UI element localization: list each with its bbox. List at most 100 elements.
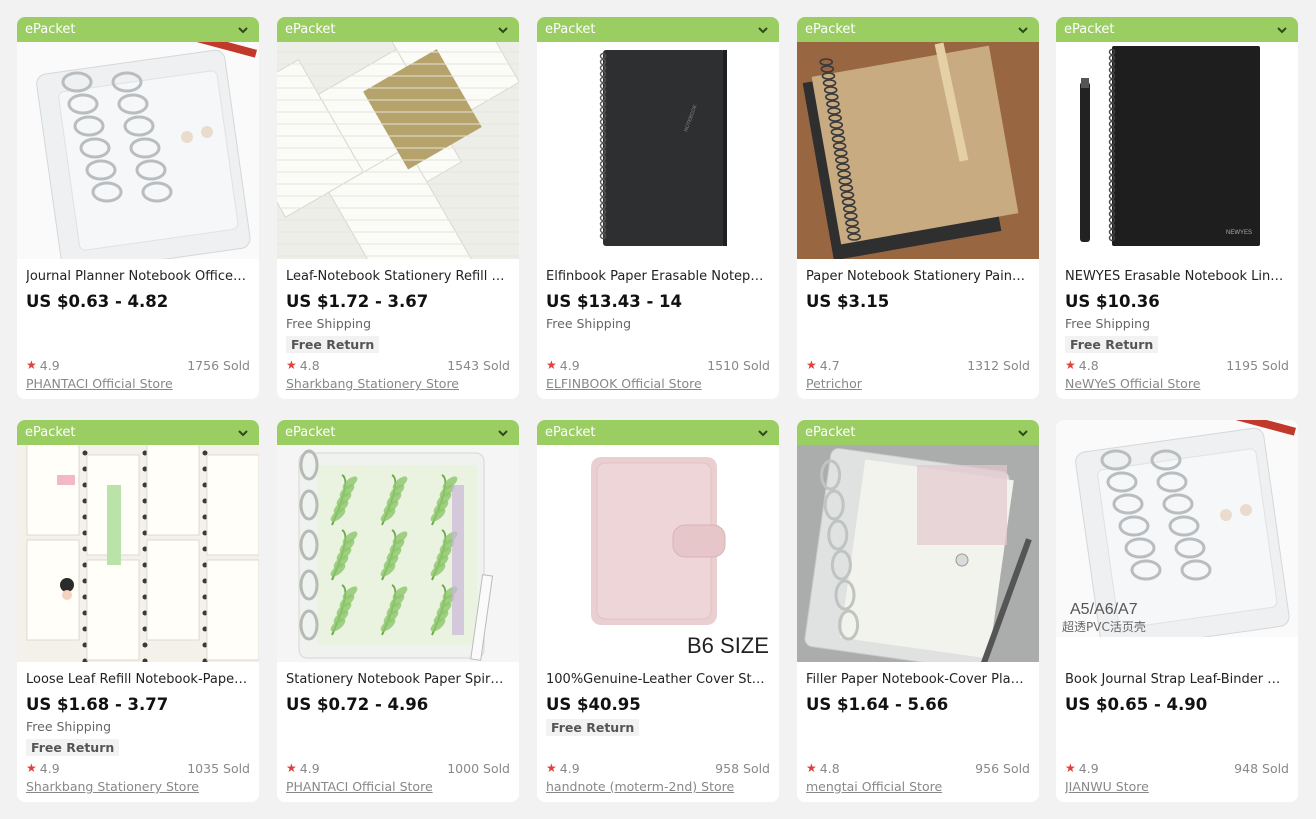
shipping-method-label: ePacket [545,22,596,37]
star-icon: ★ [286,761,297,775]
product-title[interactable]: NEWYES Erasable Notebook Lined ... [1065,269,1289,286]
store-link[interactable]: mengtai Official Store [806,779,1030,794]
sold-count: 956 Sold [975,760,1030,776]
black-spiral-notebook-photo[interactable]: NOTEBOOK [537,42,779,259]
pink-leather-notebook-photo[interactable]: B6 SIZE [537,445,779,662]
leaf-binder-photo[interactable] [277,445,519,662]
product-title[interactable]: Stationery Notebook Paper Spiral-... [286,672,510,689]
chevron-down-icon[interactable] [236,23,250,37]
store-link[interactable]: Sharkbang Stationery Store [286,376,510,391]
shipping-method-bar[interactable]: ePacket [797,420,1039,445]
star-icon: ★ [806,761,817,775]
free-return-badge: Free Return [26,739,120,756]
store-link[interactable]: handnote (moterm-2nd) Store [546,779,770,794]
free-return-badge: Free Return [286,336,380,353]
ring-binder-flowers-photo[interactable] [797,445,1039,662]
rating-value: 4.9 [1078,760,1099,776]
refill-paper-photo[interactable] [277,42,519,259]
svg-text:A5/A6/A7: A5/A6/A7 [1070,601,1138,618]
shipping-method-label: ePacket [805,22,856,37]
product-title[interactable]: Elfinbook Paper Erasable Notepad ... [546,269,770,286]
chevron-down-icon[interactable] [1016,23,1030,37]
rating: ★ 4.9 [1065,761,1099,776]
store-link[interactable]: ELFINBOOK Official Store [546,376,770,391]
product-grid: ePacket Journal Planner Notebook Office-… [0,0,1316,819]
free-shipping-label: Free Shipping [546,316,632,331]
shipping-method-bar[interactable]: ePacket [797,17,1039,42]
product-card-3[interactable]: ePacket NOTEBOOK Elfinbook Paper Erasabl… [537,17,779,399]
product-title[interactable]: 100%Genuine-Leather Cover Stati... [546,672,770,689]
chevron-down-icon[interactable] [1275,23,1289,37]
product-title[interactable]: Book Journal Strap Leaf-Binder A5 ... [1065,672,1289,689]
star-icon: ★ [26,358,37,372]
sold-count: 1312 Sold [967,357,1030,373]
rating-value: 4.9 [559,760,580,776]
product-card-8[interactable]: ePacket B6 SIZE 100%Genuine-Leather Cove… [537,420,779,802]
product-card-5[interactable]: ePacket NEWYES NEWYES Erasable Notebook … [1056,17,1298,399]
black-notebook-pen-photo[interactable]: NEWYES [1056,42,1298,259]
product-card-9[interactable]: ePacket Filler Paper Notebook-Cover Plan… [797,420,1039,802]
product-card-10[interactable]: A5/A6/A7 超透PVC活页壳 Book Journal Strap Leaf… [1056,420,1298,802]
product-title[interactable]: Journal Planner Notebook Office-S... [26,269,250,286]
rating: ★ 4.9 [546,358,580,373]
product-card-7[interactable]: ePacket Stationery Notebook Paper Spiral… [277,420,519,802]
shipping-method-label: ePacket [25,22,76,37]
svg-text:超透PVC活页壳: 超透PVC活页壳 [1062,619,1146,634]
shipping-method-label: ePacket [805,425,856,440]
planner-pages-photo[interactable] [17,445,259,662]
product-title[interactable]: Loose Leaf Refill Notebook-Paper ... [26,672,250,689]
store-link[interactable]: PHANTACI Official Store [26,376,250,391]
store-link[interactable]: NeWYeS Official Store [1065,376,1289,391]
product-title[interactable]: Paper Notebook Stationery Paintin... [806,269,1030,286]
store-link[interactable]: JIANWU Store [1065,779,1289,794]
shipping-method-label: ePacket [25,425,76,440]
shipping-method-bar[interactable]: ePacket [537,17,779,42]
shipping-method-bar[interactable]: ePacket [17,420,259,445]
store-link[interactable]: PHANTACI Official Store [286,779,510,794]
rating-value: 4.8 [299,357,320,373]
shipping-method-bar[interactable]: ePacket [1056,17,1298,42]
product-card-4[interactable]: ePacket Paper Notebook Stationery Painti… [797,17,1039,399]
sold-count: 958 Sold [715,760,770,776]
chevron-down-icon[interactable] [1016,426,1030,440]
rating: ★ 4.7 [806,358,840,373]
product-title[interactable]: Leaf-Notebook Stationery Refill Pa... [286,269,510,286]
star-icon: ★ [286,358,297,372]
star-icon: ★ [546,358,557,372]
kraft-sketchbook-photo[interactable] [797,42,1039,259]
rating-value: 4.8 [1078,357,1099,373]
rating: ★ 4.8 [286,358,320,373]
shipping-method-bar[interactable]: ePacket [537,420,779,445]
shipping-method-bar[interactable]: ePacket [277,420,519,445]
chevron-down-icon[interactable] [236,426,250,440]
store-link[interactable]: Sharkbang Stationery Store [26,779,250,794]
chevron-down-icon[interactable] [756,426,770,440]
product-card-2[interactable]: ePacket Leaf-Notebook Stationery Refill … [277,17,519,399]
star-icon: ★ [26,761,37,775]
star-icon: ★ [1065,761,1076,775]
shipping-method-bar[interactable]: ePacket [17,17,259,42]
product-price: US $13.43 - 14 [546,292,682,311]
sold-count: 1510 Sold [707,357,770,373]
product-card-1[interactable]: ePacket Journal Planner Notebook Office-… [17,17,259,399]
free-shipping-label: Free Shipping [286,316,372,331]
sold-count: 948 Sold [1234,760,1289,776]
rating: ★ 4.8 [1065,358,1099,373]
product-title[interactable]: Filler Paper Notebook-Cover Plann... [806,672,1030,689]
product-price: US $1.72 - 3.67 [286,292,429,311]
shipping-method-bar[interactable]: ePacket [277,17,519,42]
store-link[interactable]: Petrichor [806,376,1030,391]
rating: ★ 4.8 [806,761,840,776]
star-icon: ★ [546,761,557,775]
rating-value: 4.9 [39,760,60,776]
chevron-down-icon[interactable] [756,23,770,37]
chevron-down-icon[interactable] [496,23,510,37]
product-card-6[interactable]: ePacket Loose Leaf Refill Notebook-Paper… [17,420,259,802]
free-return-badge: Free Return [1065,336,1159,353]
chevron-down-icon[interactable] [496,426,510,440]
rating: ★ 4.9 [26,761,60,776]
clear-binder-sizes-photo[interactable]: A5/A6/A7 超透PVC活页壳 [1056,420,1298,662]
rating-value: 4.9 [559,357,580,373]
star-icon: ★ [806,358,817,372]
clear-binder-photo[interactable] [17,42,259,259]
